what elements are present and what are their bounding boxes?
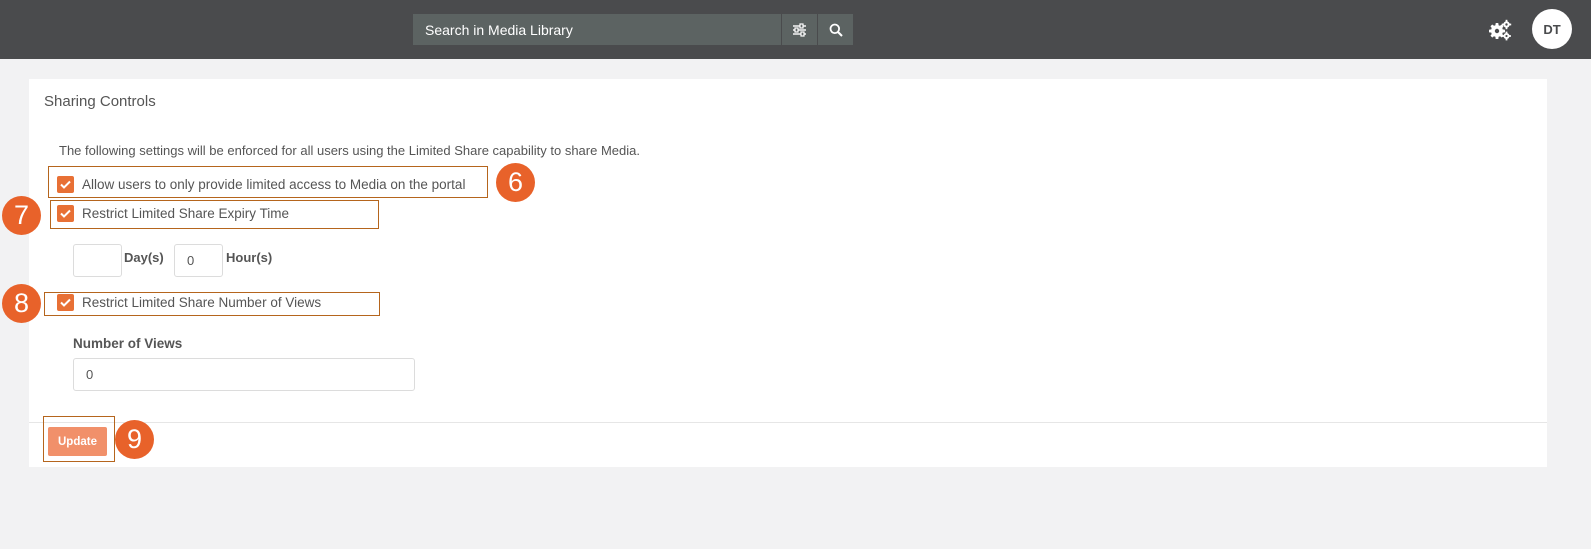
search-bar (413, 14, 853, 45)
sharing-controls-panel: Sharing Controls The following settings … (2, 79, 1547, 467)
panel-description: The following settings will be enforced … (59, 143, 640, 158)
annotation-badge: 8 (2, 284, 41, 323)
allow-limited-access-row[interactable]: Allow users to only provide limited acce… (57, 176, 465, 193)
search-icon (829, 23, 843, 37)
annotation-badge: 9 (115, 420, 154, 459)
expiry-days-input[interactable] (73, 244, 122, 277)
hours-label: Hour(s) (226, 250, 273, 265)
allow-limited-access-label: Allow users to only provide limited acce… (82, 177, 466, 192)
update-button[interactable]: Update (48, 427, 107, 456)
restrict-expiry-row[interactable]: Restrict Limited Share Expiry Time (57, 205, 289, 222)
panel-title: Sharing Controls (44, 93, 156, 110)
filter-button[interactable] (781, 14, 817, 45)
restrict-views-label: Restrict Limited Share Number of Views (82, 295, 322, 310)
check-icon (60, 298, 71, 307)
check-icon (60, 180, 71, 189)
check-icon (60, 209, 71, 218)
top-bar: DT (0, 0, 1591, 59)
restrict-expiry-label: Restrict Limited Share Expiry Time (82, 206, 290, 221)
restrict-views-checkbox[interactable] (57, 294, 74, 311)
sliders-icon (793, 22, 806, 37)
annotation-badge: 6 (496, 163, 535, 202)
number-of-views-input[interactable] (73, 358, 415, 391)
restrict-expiry-checkbox[interactable] (57, 205, 74, 222)
user-avatar[interactable]: DT (1532, 9, 1572, 49)
days-label: Day(s) (124, 250, 164, 265)
search-input[interactable] (413, 14, 781, 45)
restrict-views-row[interactable]: Restrict Limited Share Number of Views (57, 294, 321, 311)
settings-button[interactable] (1487, 17, 1513, 43)
annotation-badge: 7 (2, 196, 41, 235)
expiry-hours-input[interactable] (174, 244, 223, 277)
allow-limited-access-checkbox[interactable] (57, 176, 74, 193)
gears-icon (1489, 19, 1512, 41)
search-button[interactable] (817, 14, 853, 45)
divider (29, 422, 1547, 423)
number-of-views-label: Number of Views (73, 336, 183, 351)
